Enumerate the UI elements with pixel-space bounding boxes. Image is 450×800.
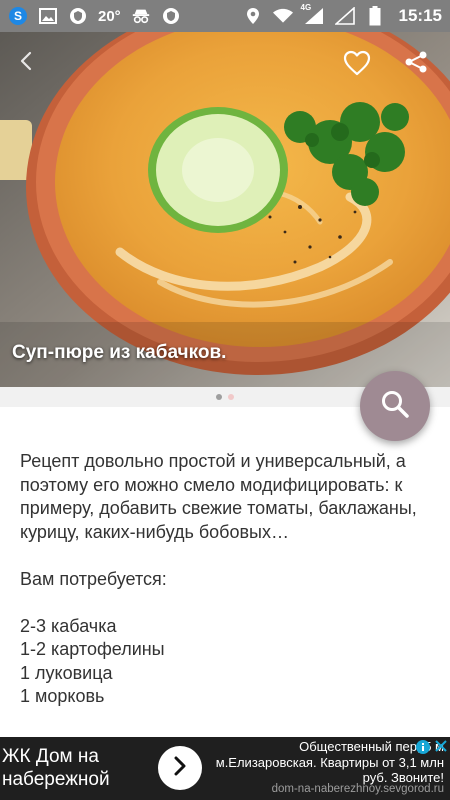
soup-photo <box>0 32 450 387</box>
carousel-dot[interactable] <box>228 394 234 400</box>
ad-open-button[interactable] <box>158 746 202 790</box>
hero-image[interactable]: Суп-пюре из кабачков. <box>0 32 450 387</box>
ad-description[interactable]: Общественный пер, 5 м м.Елизаровская. Кв… <box>212 739 444 786</box>
carousel-dot-active[interactable] <box>216 394 222 400</box>
share-button[interactable] <box>404 50 436 82</box>
status-left: S 20° <box>8 6 243 26</box>
ad-url[interactable]: dom-na-naberezhnoy.sevgorod.ru <box>212 783 444 795</box>
ad-headline[interactable]: ЖК Дом на набережной <box>2 745 152 791</box>
wifi-icon <box>272 6 293 26</box>
recipe-title: Суп-пюре из кабачков. <box>12 342 227 363</box>
ingredient-item: 1 морковь <box>20 686 105 706</box>
shield-icon <box>161 6 181 26</box>
svg-text:S: S <box>14 9 22 23</box>
incognito-icon <box>131 6 151 26</box>
ingredients-list: 2-3 кабачка 1-2 картофелины 1 луковица 1… <box>20 615 435 709</box>
network-label: 4G <box>300 3 312 12</box>
signal-empty-icon <box>334 6 355 26</box>
needs-label: Вам потребуется: <box>20 568 167 589</box>
search-fab-button[interactable] <box>360 371 430 441</box>
status-bar: S 20° 4G 15:15 <box>0 0 450 32</box>
signal-icon: 4G <box>300 3 325 26</box>
ad-banner[interactable]: ЖК Дом на набережной Общественный пер, 5… <box>0 737 450 800</box>
status-right: 4G 15:15 <box>243 3 442 26</box>
chevron-right-icon <box>171 755 189 782</box>
back-button[interactable] <box>16 50 48 82</box>
app-s-icon: S <box>8 6 28 26</box>
favorite-button[interactable] <box>343 50 375 82</box>
search-icon <box>380 389 410 424</box>
info-icon[interactable] <box>416 740 430 754</box>
recipe-content: Рецепт довольно простой и универсальный,… <box>20 450 435 709</box>
recipe-intro: Рецепт довольно простой и универсальный,… <box>20 451 417 542</box>
location-icon <box>243 6 263 26</box>
image-icon <box>38 6 58 26</box>
ingredient-item: 1-2 картофелины <box>20 639 165 659</box>
close-icon[interactable] <box>434 739 448 753</box>
shield-icon <box>68 6 88 26</box>
ingredient-item: 1 луковица <box>20 662 113 683</box>
clock: 15:15 <box>398 6 442 25</box>
temperature: 20° <box>98 7 121 25</box>
ingredient-item: 2-3 кабачка <box>20 615 117 636</box>
battery-icon <box>365 6 385 26</box>
